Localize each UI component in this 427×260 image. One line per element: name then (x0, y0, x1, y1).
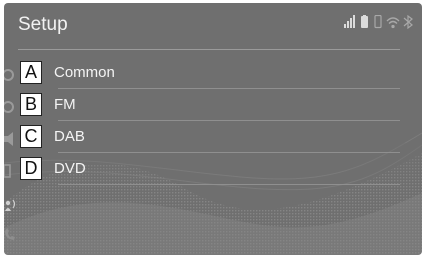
battery-icon (361, 15, 368, 28)
menu-item-label: Common (54, 64, 115, 81)
menu-item-label: DVD (54, 160, 86, 177)
menu-item-label: FM (54, 96, 76, 113)
page-title: Setup (18, 14, 68, 35)
status-bar (344, 15, 413, 29)
callout-label: B (20, 93, 42, 116)
voice-icon[interactable] (4, 197, 18, 213)
menu-item-dab[interactable]: C DAB (18, 121, 400, 153)
callout-label: A (20, 61, 42, 84)
menu-item-label: DAB (54, 128, 85, 145)
title-divider (18, 49, 400, 50)
menu-item-common[interactable]: A Common (18, 57, 400, 89)
phone-icon[interactable] (4, 227, 18, 243)
menu-item-fm[interactable]: B FM (18, 89, 400, 121)
setup-screen: Setup A Common B FM C DAB D DVD (4, 3, 422, 255)
signal-strength-icon (344, 15, 355, 28)
bluetooth-icon (403, 15, 413, 29)
phone-icon (374, 15, 382, 29)
display-icon[interactable] (4, 163, 18, 179)
audio-icon[interactable] (4, 131, 18, 147)
settings-icon[interactable] (4, 99, 18, 115)
menu-item-dvd[interactable]: D DVD (18, 153, 400, 185)
callout-label: D (20, 157, 42, 180)
settings-icon[interactable] (4, 67, 18, 83)
callout-label: C (20, 125, 42, 148)
wifi-icon (386, 17, 400, 29)
row-divider (58, 184, 400, 185)
